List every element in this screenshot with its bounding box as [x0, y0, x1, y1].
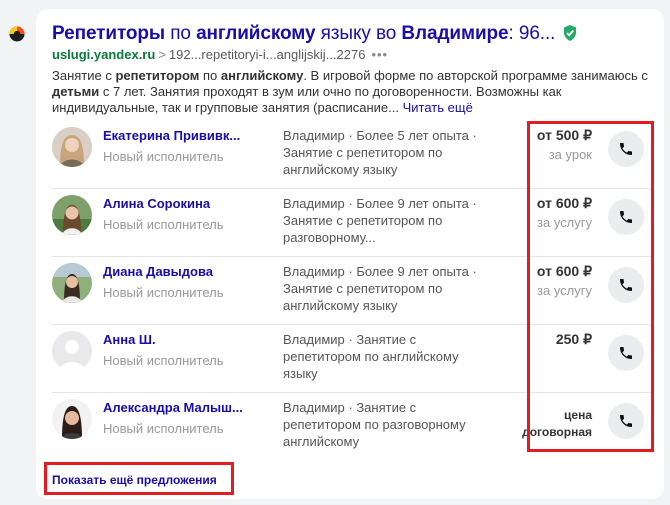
price-unit: за услугу [537, 283, 592, 298]
tutor-name[interactable]: Александра Малыш... [103, 400, 243, 415]
title-part: языку во [315, 23, 402, 44]
call-button[interactable] [608, 131, 644, 167]
yandex-favicon-icon [9, 26, 25, 42]
tutor-description: Владимир · Более 9 лет опыта · Занятие с… [283, 196, 477, 245]
tutor-row[interactable]: Александра Малыш... Новый исполнитель Вл… [52, 393, 652, 461]
title-part: английскому [196, 23, 316, 44]
call-button[interactable] [608, 335, 644, 371]
snippet-text: репетитором [115, 68, 200, 83]
tutor-name[interactable]: Диана Давыдова [103, 264, 213, 279]
result-path[interactable]: 192...repetitoryi-i...anglijskij...2276 [169, 47, 366, 62]
tutor-price: от 500 ₽ [536, 127, 592, 143]
snippet-text: Занятие с [52, 68, 116, 83]
tutor-status: Новый исполнитель [103, 285, 224, 300]
result-domain[interactable]: uslugi.yandex.ru [52, 47, 155, 62]
snippet-text: детьми [52, 84, 100, 99]
price-unit: за услугу [537, 215, 592, 230]
phone-icon [620, 279, 632, 291]
tutor-row[interactable]: Диана Давыдова Новый исполнитель Владими… [52, 257, 652, 325]
avatar [52, 399, 92, 439]
tutor-name[interactable]: Алина Сорокина [103, 196, 210, 211]
title-part: по [165, 23, 197, 44]
avatar [52, 127, 92, 167]
snippet-text: с 7 лет. Занятия проходят в зум или очно… [52, 84, 562, 115]
read-more-link[interactable]: Читать ещё [403, 100, 473, 115]
tutor-row[interactable]: Екатерина Прививк... Новый исполнитель В… [52, 121, 652, 189]
tutor-description: Владимир · Занятие с репетитором по разг… [283, 400, 466, 449]
snippet-text: английскому [220, 68, 304, 83]
show-more-offers-link[interactable]: Показать ещё предложения [52, 473, 217, 487]
phone-icon [620, 347, 632, 359]
tutor-name[interactable]: Екатерина Прививк... [103, 128, 240, 143]
price-line: цена [564, 408, 592, 422]
tutor-list: Екатерина Прививк... Новый исполнитель В… [52, 121, 652, 461]
tutor-price: 250 ₽ [555, 331, 592, 347]
price-line: договорная [522, 425, 592, 439]
tutor-description: Владимир · Занятие с репетитором по англ… [283, 332, 459, 381]
tutor-price: от 600 ₽ [536, 263, 592, 279]
title-part: : 96... [508, 23, 556, 44]
avatar [52, 195, 92, 235]
call-button[interactable] [608, 403, 644, 439]
tutor-price: от 600 ₽ [536, 195, 592, 211]
result-snippet: Занятие с репетитором по английскому. В … [52, 68, 652, 116]
more-options-icon[interactable]: ••• [371, 47, 388, 62]
result-title-link[interactable]: Репетиторы по английскому языку во Влади… [52, 23, 577, 45]
snippet-text: . В игровой форме по авторской программе… [303, 68, 648, 83]
call-button[interactable] [608, 199, 644, 235]
tutor-status: Новый исполнитель [103, 353, 224, 368]
tutor-description: Владимир · Более 5 лет опыта · Занятие с… [283, 128, 477, 177]
tutor-status: Новый исполнитель [103, 421, 224, 436]
tutor-row[interactable]: Алина Сорокина Новый исполнитель Владими… [52, 189, 652, 257]
phone-icon [620, 211, 632, 223]
title-part: Владимире [401, 23, 509, 44]
tutor-status: Новый исполнитель [103, 149, 224, 164]
call-button[interactable] [608, 267, 644, 303]
tutor-price: цена договорная [522, 407, 592, 441]
price-unit: за урок [548, 147, 592, 162]
title-part: Репетиторы [52, 23, 166, 44]
verified-badge-icon [563, 25, 576, 41]
tutor-description: Владимир · Более 9 лет опыта · Занятие с… [283, 264, 477, 313]
phone-icon [620, 143, 632, 155]
avatar-placeholder-icon [52, 331, 92, 371]
tutor-name[interactable]: Анна Ш. [103, 332, 156, 347]
search-result-card: Репетиторы по английскому языку во Влади… [36, 9, 664, 499]
snippet-text: по [199, 68, 221, 83]
tutor-status: Новый исполнитель [103, 217, 224, 232]
phone-icon [620, 415, 632, 427]
tutor-row[interactable]: Анна Ш. Новый исполнитель Владимир · Зан… [52, 325, 652, 393]
breadcrumb-separator: > [158, 47, 166, 62]
avatar [52, 263, 92, 303]
result-url[interactable]: uslugi.yandex.ru >192...repetitoryi-i...a… [52, 47, 388, 62]
